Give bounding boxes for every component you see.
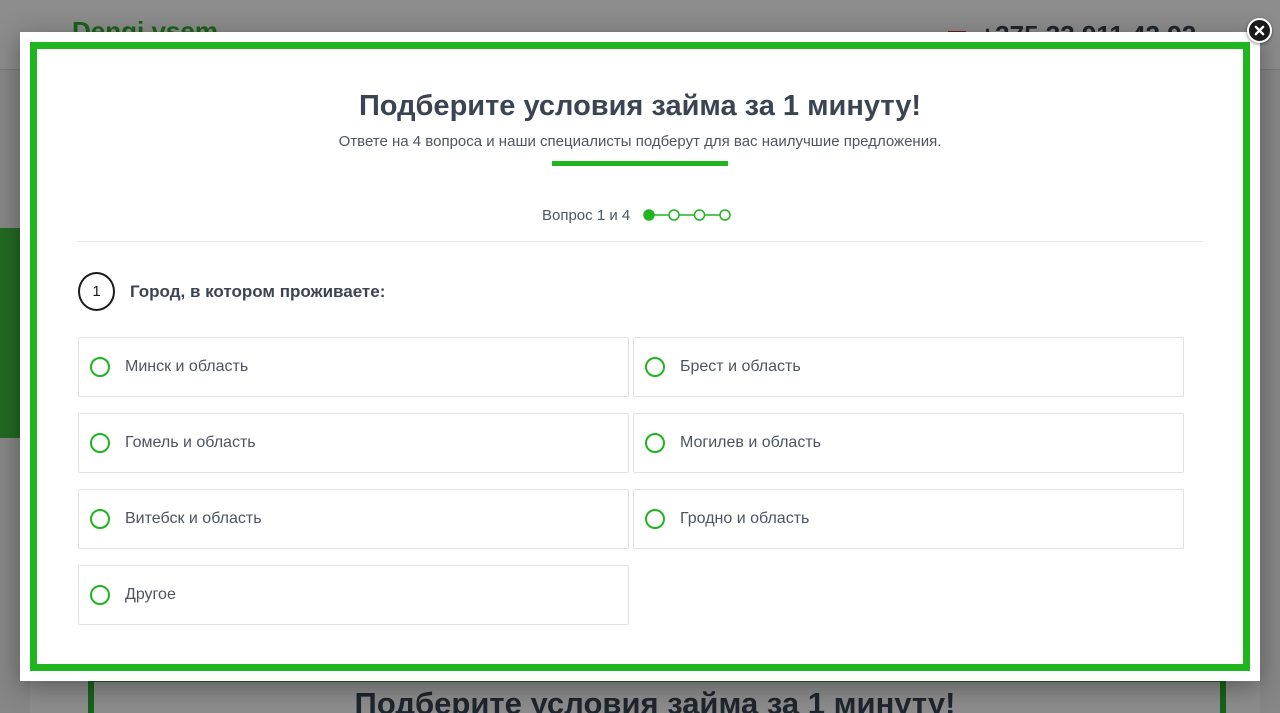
radio-unchecked-icon[interactable] (90, 433, 110, 453)
radio-unchecked-icon[interactable] (90, 585, 110, 605)
option-brest[interactable]: Брест и область (633, 337, 1184, 397)
option-other[interactable]: Другое (78, 565, 629, 625)
option-label: Гродно и область (680, 510, 810, 527)
option-grodno[interactable]: Гродно и область (633, 489, 1184, 549)
radio-unchecked-icon[interactable] (90, 357, 110, 377)
question-text: Город, в котором проживаете: (130, 282, 386, 301)
option-label: Гомель и область (125, 434, 256, 451)
title-underline (552, 161, 728, 166)
radio-unchecked-icon[interactable] (90, 509, 110, 529)
option-label: Минск и область (125, 358, 249, 375)
close-button[interactable] (1247, 18, 1272, 43)
modal-subtitle: Ответе на 4 вопроса и наши специалисты п… (338, 133, 942, 150)
option-vitebsk[interactable]: Витебск и область (78, 489, 629, 549)
quiz-progress: Вопрос 1 и 4 (542, 205, 732, 225)
progress-steps (642, 207, 732, 223)
divider (78, 241, 1202, 242)
radio-unchecked-icon[interactable] (645, 433, 665, 453)
question-number: 1 (78, 272, 115, 311)
option-mogilev[interactable]: Могилев и область (633, 413, 1184, 473)
progress-label: Вопрос 1 и 4 (542, 206, 631, 224)
step-dot-3 (693, 209, 706, 221)
step-dot-4 (719, 209, 731, 221)
radio-unchecked-icon[interactable] (645, 509, 665, 529)
option-minsk[interactable]: Минск и область (78, 337, 629, 397)
option-label: Другое (125, 586, 176, 603)
close-icon (1254, 25, 1265, 36)
step-dot-1 (643, 209, 655, 221)
step-dot-2 (668, 209, 680, 221)
option-label: Брест и область (680, 358, 801, 375)
option-label: Могилев и область (680, 434, 821, 451)
radio-unchecked-icon[interactable] (645, 357, 665, 377)
option-label: Витебск и область (125, 510, 262, 527)
option-gomel[interactable]: Гомель и область (78, 413, 629, 473)
modal-title: Подберите условия займа за 1 минуту! (358, 90, 922, 122)
